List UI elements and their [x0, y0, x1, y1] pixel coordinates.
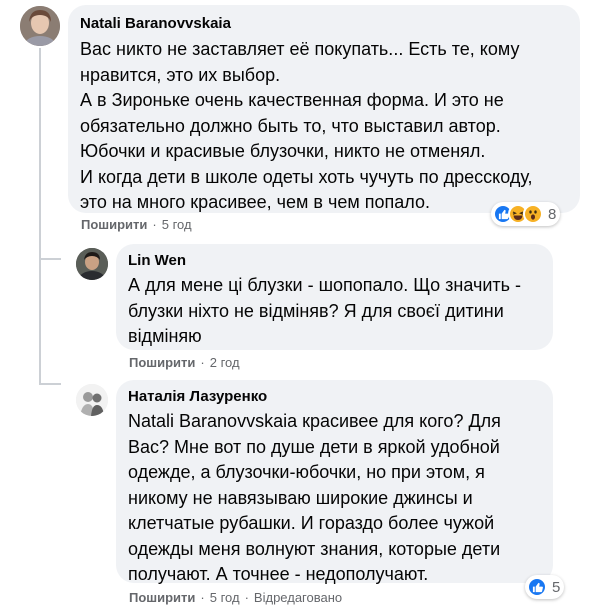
comment-meta: Поширити · 5 год	[81, 217, 192, 233]
comment-bubble: Natali Baranovvskaia Вас никто не застав…	[68, 5, 580, 213]
thread-connector-reply-2	[39, 383, 61, 385]
comment-text: А для мене ці блузки - шопопало. Що знач…	[128, 275, 522, 346]
comment-author[interactable]: Lin Wen	[128, 251, 541, 271]
separator: ·	[244, 590, 249, 605]
comment-author[interactable]: Natali Baranovvskaia	[80, 14, 568, 34]
wow-icon	[523, 204, 543, 224]
comment-timestamp[interactable]: 5 год	[162, 217, 192, 232]
avatar[interactable]	[76, 248, 108, 280]
share-link[interactable]: Поширити	[129, 590, 195, 605]
comment-timestamp[interactable]: 2 год	[210, 355, 240, 370]
comment-timestamp[interactable]: 5 год	[210, 590, 240, 605]
separator: ·	[200, 355, 205, 370]
comment-meta: Поширити · 5 год · Відредаговано	[129, 590, 342, 606]
edited-label[interactable]: Відредаговано	[254, 590, 342, 605]
separator: ·	[152, 217, 157, 232]
comment-bubble: Lin Wen А для мене ці блузки - шопопало.…	[116, 244, 553, 350]
comment-author[interactable]: Наталія Лазуренко	[128, 387, 541, 407]
thread-connector-reply-1	[39, 258, 61, 260]
reaction-summary[interactable]: 8	[491, 202, 561, 226]
reaction-count: 5	[552, 578, 561, 596]
share-link[interactable]: Поширити	[129, 355, 195, 370]
thread-line-vertical	[39, 48, 41, 383]
reaction-summary[interactable]: 5	[525, 575, 565, 599]
reaction-count: 8	[548, 205, 557, 223]
comment-bubble: Наталія Лазуренко Natali Baranovvskaia к…	[116, 380, 553, 584]
comment-meta: Поширити · 2 год	[129, 355, 240, 371]
like-icon	[527, 577, 547, 597]
comment-text: Natali Baranovvskaia красивее для кого? …	[128, 411, 501, 584]
share-link[interactable]: Поширити	[81, 217, 147, 232]
separator: ·	[200, 590, 205, 605]
comment-text: Вас никто не заставляет её покупать... Е…	[80, 39, 533, 212]
avatar[interactable]	[76, 384, 108, 416]
avatar[interactable]	[20, 6, 60, 46]
